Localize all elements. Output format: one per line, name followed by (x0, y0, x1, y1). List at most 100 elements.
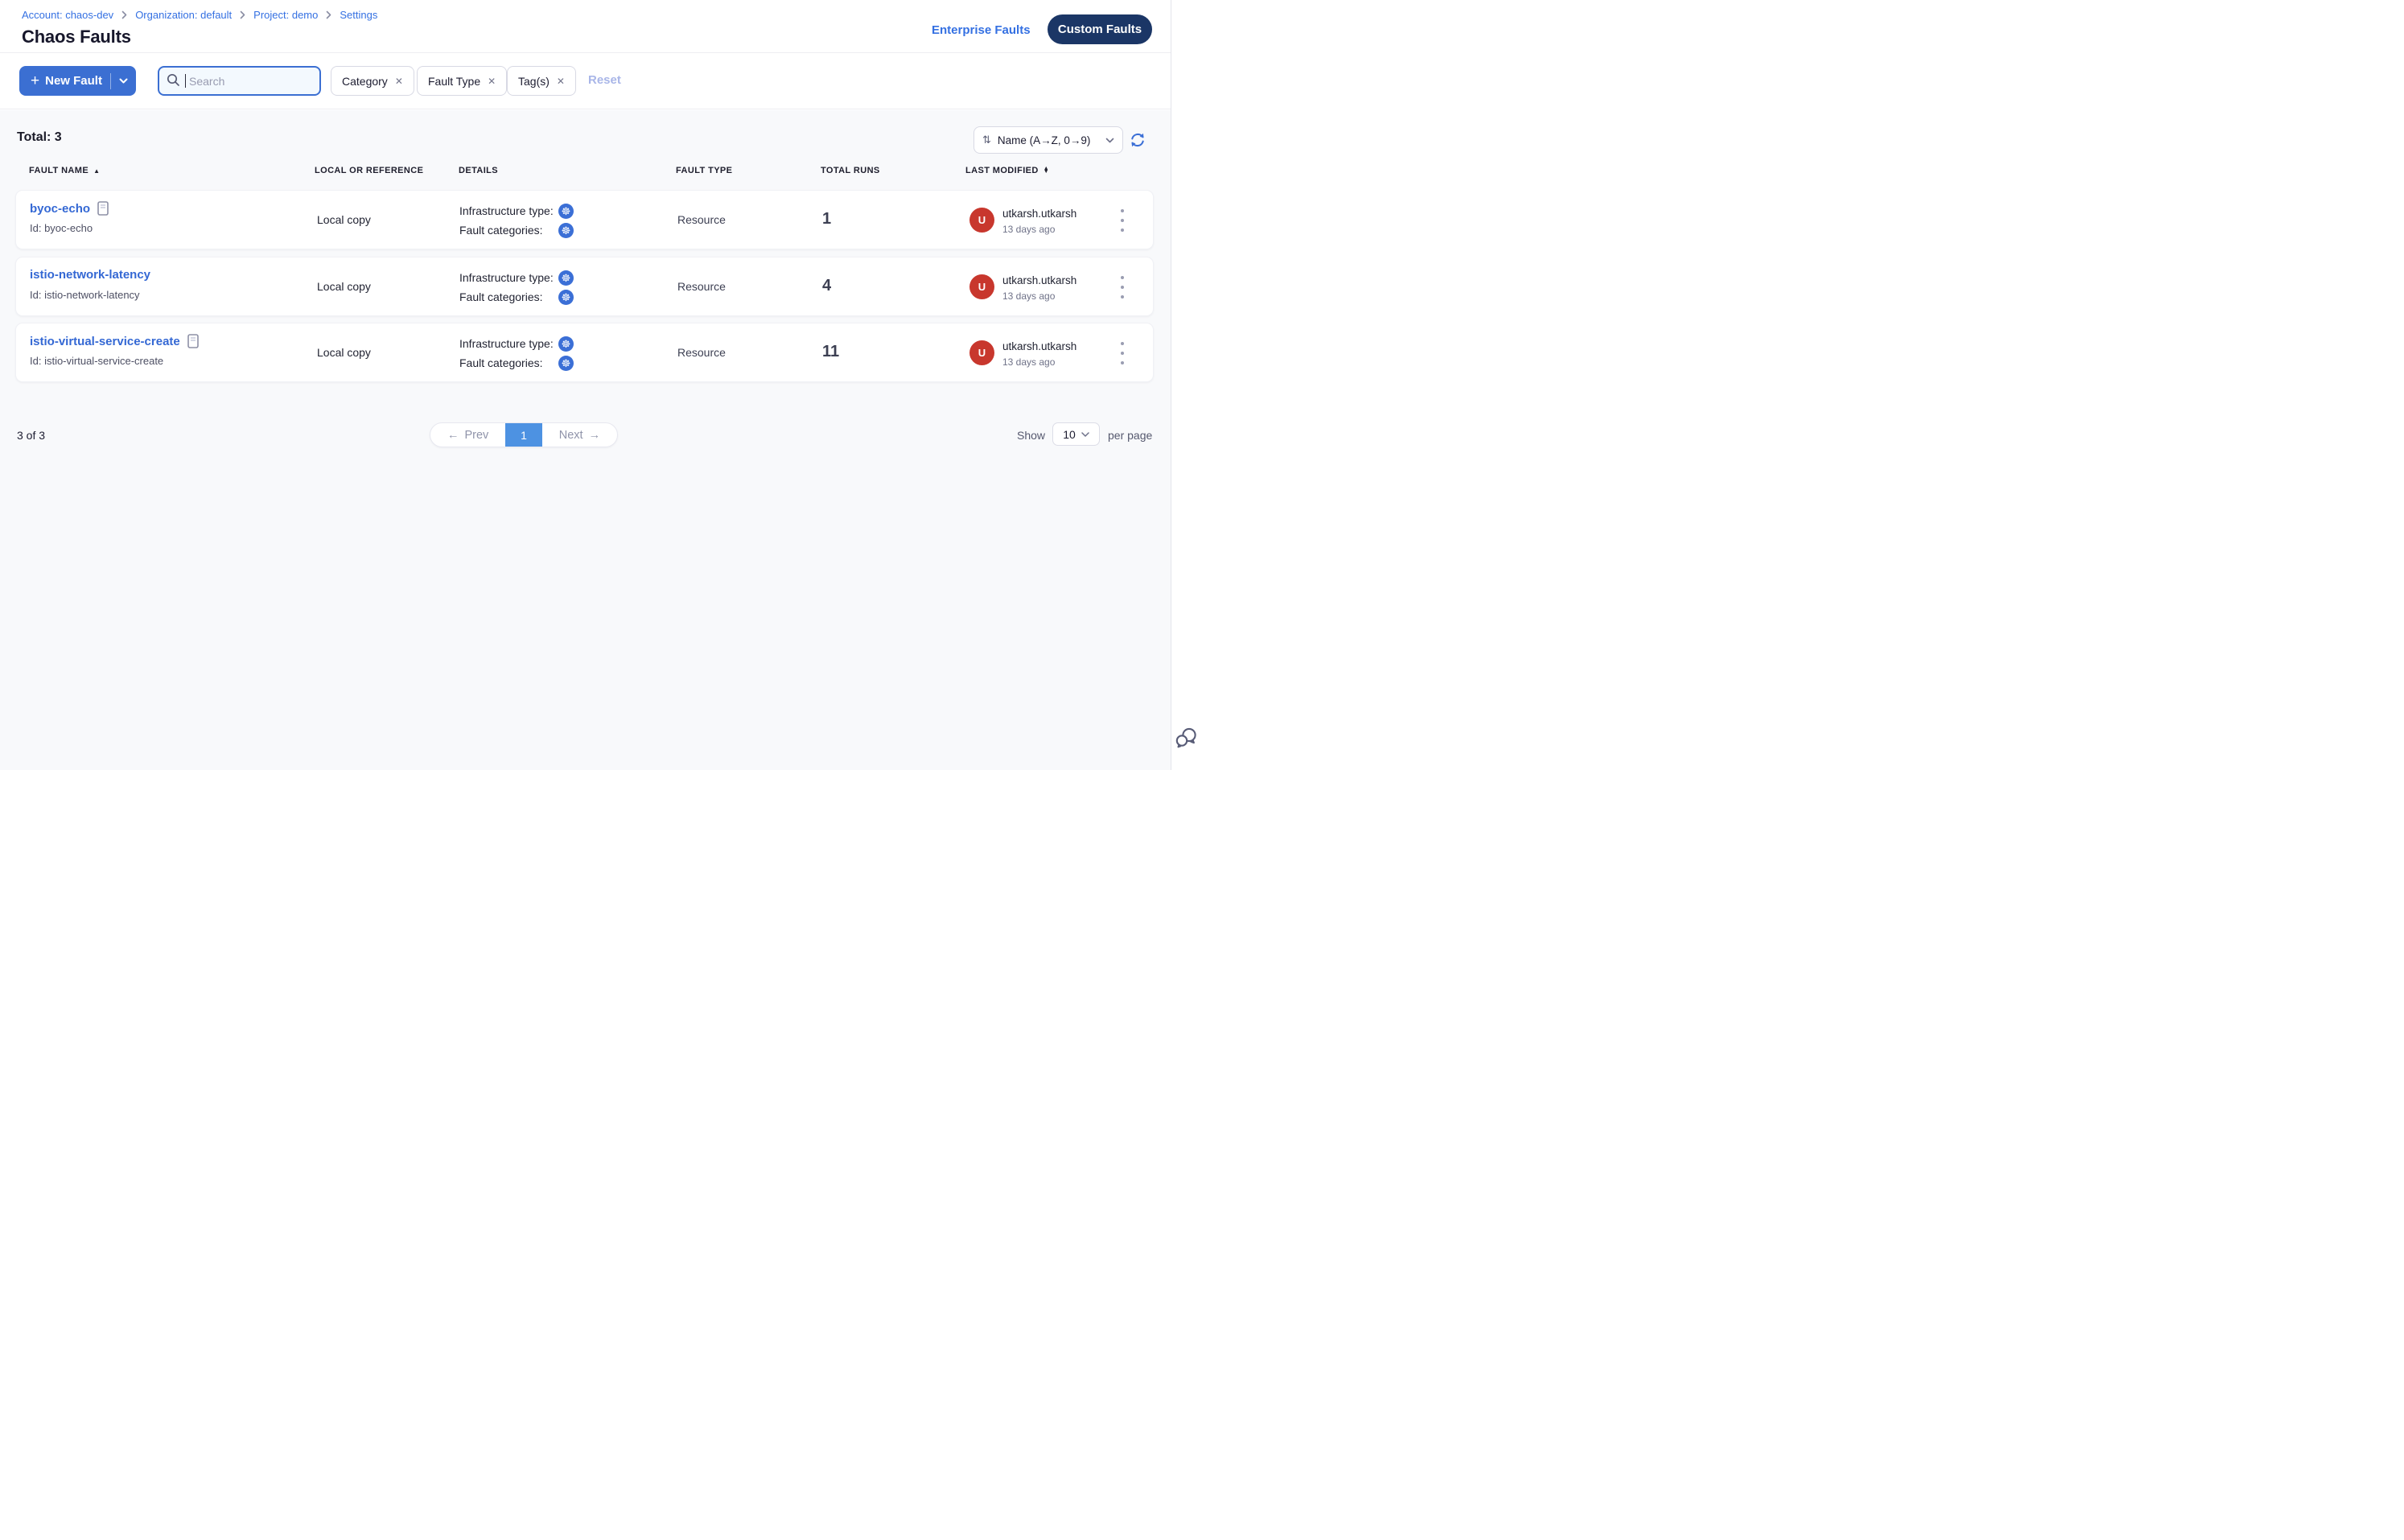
avatar: U (969, 340, 994, 365)
row-menu-button[interactable] (1117, 342, 1128, 364)
infrastructure-type-label: Infrastructure type: (459, 204, 558, 217)
kubernetes-icon: ☸ (558, 270, 574, 286)
prev-page-button[interactable]: ← Prev (430, 423, 505, 447)
filter-chip-tags[interactable]: Tag(s) ✕ (507, 66, 576, 96)
text-cursor (185, 74, 186, 88)
last-modified-cell: U utkarsh.utkarsh 13 days ago (969, 340, 1076, 368)
total-runs-value: 1 (822, 210, 831, 229)
modified-time: 13 days ago (1002, 290, 1076, 302)
new-fault-button[interactable]: + New Fault (19, 66, 136, 96)
column-details: DETAILS (459, 166, 498, 175)
filter-chip-label: Fault Type (428, 75, 480, 88)
page-size-value: 10 (1063, 428, 1076, 441)
modified-time: 13 days ago (1002, 224, 1076, 235)
row-menu-button[interactable] (1117, 276, 1128, 299)
table-row[interactable]: byoc-echo Id: byoc-echo Local copy Infra… (15, 190, 1154, 249)
sort-ascending-icon: ▲ (93, 167, 100, 175)
kubernetes-icon: ☸ (558, 290, 574, 305)
infrastructure-type-label: Infrastructure type: (459, 271, 558, 284)
fault-type-value: Resource (677, 213, 726, 226)
details-cell: Infrastructure type: ☸ Fault categories:… (459, 268, 574, 307)
page-header: Account: chaos-dev Organization: default… (0, 0, 1171, 53)
manifest-icon[interactable] (97, 201, 109, 216)
page-number-button[interactable]: 1 (505, 423, 542, 447)
arrow-right-icon: → (589, 429, 601, 442)
avatar: U (969, 274, 994, 299)
details-cell: Infrastructure type: ☸ Fault categories:… (459, 201, 574, 240)
filter-chip-category[interactable]: Category ✕ (331, 66, 414, 96)
fault-id: Id: byoc-echo (30, 222, 93, 234)
chat-support-icon[interactable] (1174, 726, 1199, 751)
filter-chip-label: Category (342, 75, 388, 88)
breadcrumb-account-link[interactable]: Account: chaos-dev (22, 9, 113, 21)
breadcrumb-settings-link[interactable]: Settings (340, 9, 377, 21)
close-icon[interactable]: ✕ (557, 76, 565, 87)
table-row[interactable]: istio-network-latency Id: istio-network-… (15, 257, 1154, 316)
search-box (158, 66, 321, 96)
filter-chip-label: Tag(s) (518, 75, 550, 88)
chevron-down-icon[interactable] (119, 78, 128, 84)
per-page-label: per page (1108, 429, 1152, 442)
table-row[interactable]: istio-virtual-service-create Id: istio-v… (15, 323, 1154, 382)
fault-id: Id: istio-network-latency (30, 289, 140, 301)
fault-categories-label: Fault categories: (459, 356, 558, 369)
total-runs-value: 4 (822, 277, 831, 295)
fault-name-link[interactable]: byoc-echo (30, 202, 90, 216)
local-or-reference-value: Local copy (317, 280, 371, 293)
local-or-reference-value: Local copy (317, 213, 371, 226)
total-count: Total: 3 (17, 130, 62, 145)
table-header-row: FAULT NAME ▲ LOCAL OR REFERENCE DETAILS … (0, 166, 1171, 179)
sort-select[interactable]: ⇅ Name (A→Z, 0→9) (974, 126, 1123, 154)
column-total-runs: TOTAL RUNS (821, 166, 880, 175)
search-icon (167, 73, 180, 91)
search-input[interactable] (158, 66, 321, 96)
column-local-or-reference: LOCAL OR REFERENCE (315, 166, 423, 175)
last-modified-cell: U utkarsh.utkarsh 13 days ago (969, 274, 1076, 302)
breadcrumb-project-link[interactable]: Project: demo (253, 9, 318, 21)
avatar: U (969, 208, 994, 233)
row-menu-button[interactable] (1117, 209, 1128, 232)
sort-select-value: Name (A→Z, 0→9) (998, 134, 1099, 146)
custom-faults-button[interactable]: Custom Faults (1048, 14, 1152, 44)
enterprise-faults-link[interactable]: Enterprise Faults (932, 23, 1031, 37)
details-cell: Infrastructure type: ☸ Fault categories:… (459, 334, 574, 373)
fault-type-value: Resource (677, 346, 726, 359)
modified-time: 13 days ago (1002, 356, 1076, 368)
page-size-select[interactable]: 10 (1052, 422, 1100, 446)
refresh-icon[interactable] (1130, 132, 1146, 148)
next-page-button[interactable]: Next → (542, 423, 617, 447)
modified-by-user: utkarsh.utkarsh (1002, 208, 1076, 220)
chevron-down-icon (1105, 138, 1114, 143)
modified-by-user: utkarsh.utkarsh (1002, 340, 1076, 352)
last-modified-cell: U utkarsh.utkarsh 13 days ago (969, 208, 1076, 235)
kubernetes-icon: ☸ (558, 223, 574, 238)
fault-name-link[interactable]: istio-virtual-service-create (30, 335, 180, 348)
plus-icon: + (31, 73, 39, 89)
fault-categories-label: Fault categories: (459, 224, 558, 237)
prev-label: Prev (464, 429, 488, 442)
total-runs-value: 11 (822, 343, 839, 361)
sort-both-icon: ▲▼ (1044, 167, 1049, 175)
modified-by-user: utkarsh.utkarsh (1002, 274, 1076, 286)
filter-chip-fault-type[interactable]: Fault Type ✕ (417, 66, 507, 96)
chevron-right-icon (121, 10, 127, 19)
fault-name-link[interactable]: istio-network-latency (30, 268, 150, 282)
close-icon[interactable]: ✕ (395, 76, 403, 87)
arrow-left-icon: ← (447, 429, 459, 442)
new-fault-label: New Fault (45, 74, 102, 88)
fault-categories-label: Fault categories: (459, 290, 558, 303)
button-divider (110, 73, 111, 89)
breadcrumb-organization-link[interactable]: Organization: default (135, 9, 232, 21)
breadcrumb: Account: chaos-dev Organization: default… (22, 9, 377, 21)
reset-filters-button[interactable]: Reset (588, 73, 621, 87)
column-fault-name[interactable]: FAULT NAME ▲ (29, 166, 100, 175)
next-label: Next (559, 429, 583, 442)
manifest-icon[interactable] (187, 334, 199, 348)
chaos-faults-page: Account: chaos-dev Organization: default… (0, 0, 1202, 770)
fault-id: Id: istio-virtual-service-create (30, 355, 163, 367)
chevron-right-icon (326, 10, 331, 19)
close-icon[interactable]: ✕ (488, 76, 496, 87)
sort-updown-icon: ⇅ (982, 134, 991, 146)
page-title: Chaos Faults (22, 27, 131, 47)
column-last-modified[interactable]: LAST MODIFIED ▲▼ (965, 166, 1049, 175)
